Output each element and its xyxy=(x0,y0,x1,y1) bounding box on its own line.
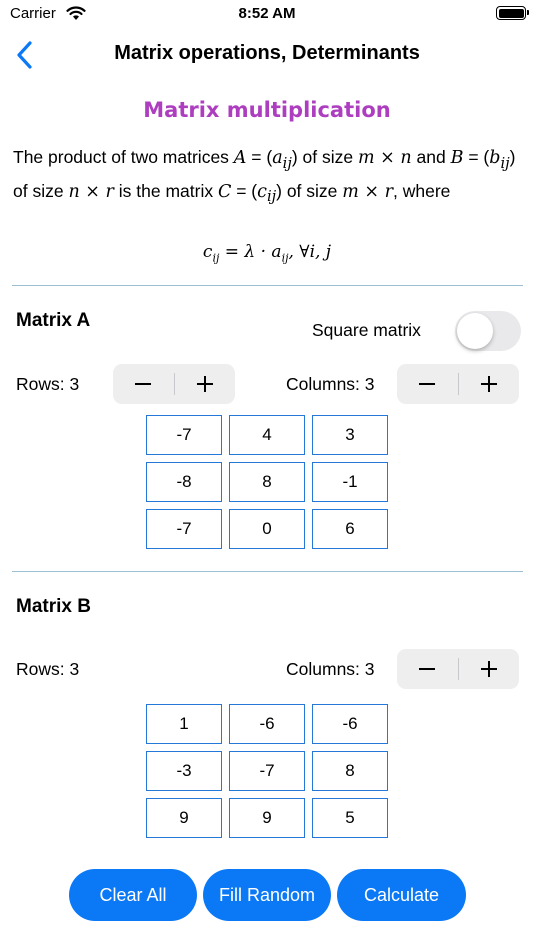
matrix-a-cell[interactable]: 6 xyxy=(312,509,388,549)
square-matrix-label: Square matrix xyxy=(312,320,421,340)
matrix-b-cell[interactable]: 8 xyxy=(312,751,388,791)
matrix-a-cell[interactable]: -8 xyxy=(146,462,222,502)
matrix-b-cell[interactable]: 9 xyxy=(146,798,222,838)
symbol-a-upper: A xyxy=(233,148,247,168)
matrix-a-rows-increment-button[interactable] xyxy=(174,364,235,404)
status-bar: Carrier 8:52 AM xyxy=(0,0,534,30)
matrix-a-rows-label: Rows: 3 xyxy=(16,374,80,394)
plus-icon xyxy=(480,661,497,677)
matrix-a-cell[interactable]: -7 xyxy=(146,509,222,549)
description-text: The product of two matrices A = (aij) of… xyxy=(13,147,516,205)
square-matrix-toggle[interactable] xyxy=(455,311,521,351)
matrix-a-label: Matrix A xyxy=(16,310,91,331)
matrix-a-columns-decrement-button[interactable] xyxy=(397,364,458,404)
plus-icon xyxy=(480,376,497,392)
section-title: Matrix multiplication xyxy=(143,98,391,122)
matrix-a-rows-decrement-button[interactable] xyxy=(113,364,174,404)
matrix-b-cell[interactable]: -3 xyxy=(146,751,222,791)
matrix-b-label: Matrix B xyxy=(16,596,91,617)
plus-icon xyxy=(196,376,213,392)
matrix-a-columns-label: Columns: 3 xyxy=(286,374,375,394)
minus-icon xyxy=(419,383,436,385)
matrix-b-cell[interactable]: 1 xyxy=(146,704,222,744)
matrix-b-cell[interactable]: -7 xyxy=(229,751,305,791)
matrix-b-cell[interactable]: 5 xyxy=(312,798,388,838)
nav-bar: Matrix operations, Determinants xyxy=(0,30,534,80)
matrix-a-cell[interactable]: -1 xyxy=(312,462,388,502)
battery-icon xyxy=(496,6,529,20)
minus-icon xyxy=(419,668,436,670)
divider xyxy=(12,285,523,286)
matrix-a-cell[interactable]: 8 xyxy=(229,462,305,502)
matrix-a-columns-increment-button[interactable] xyxy=(458,364,519,404)
toggle-knob xyxy=(457,313,493,349)
matrix-b-cell[interactable]: -6 xyxy=(312,704,388,744)
matrix-b-columns-stepper xyxy=(397,649,519,689)
matrix-b-grid: 1 -6 -6 -3 -7 8 9 9 5 xyxy=(146,704,388,838)
matrix-b-columns-label: Columns: 3 xyxy=(286,659,375,679)
matrix-a-rows-stepper xyxy=(113,364,235,404)
matrix-a-cell[interactable]: 3 xyxy=(312,415,388,455)
matrix-a-grid: -7 4 3 -8 8 -1 -7 0 6 xyxy=(146,415,388,549)
fill-random-button[interactable]: Fill Random xyxy=(203,869,331,921)
divider xyxy=(12,571,523,572)
matrix-a-columns-stepper xyxy=(397,364,519,404)
matrix-b-columns-increment-button[interactable] xyxy=(458,649,519,689)
formula: cij = λ · aij, ∀i, j xyxy=(202,242,332,265)
matrix-b-cell[interactable]: 9 xyxy=(229,798,305,838)
matrix-b-rows-label: Rows: 3 xyxy=(16,659,80,679)
matrix-b-cell[interactable]: -6 xyxy=(229,704,305,744)
clear-all-button[interactable]: Clear All xyxy=(69,869,197,921)
minus-icon xyxy=(135,383,152,385)
calculate-button[interactable]: Calculate xyxy=(337,869,466,921)
matrix-b-columns-decrement-button[interactable] xyxy=(397,649,458,689)
page-title: Matrix operations, Determinants xyxy=(114,42,420,64)
matrix-a-cell[interactable]: 0 xyxy=(229,509,305,549)
clock: 8:52 AM xyxy=(238,5,296,22)
matrix-a-cell[interactable]: -7 xyxy=(146,415,222,455)
matrix-a-cell[interactable]: 4 xyxy=(229,415,305,455)
